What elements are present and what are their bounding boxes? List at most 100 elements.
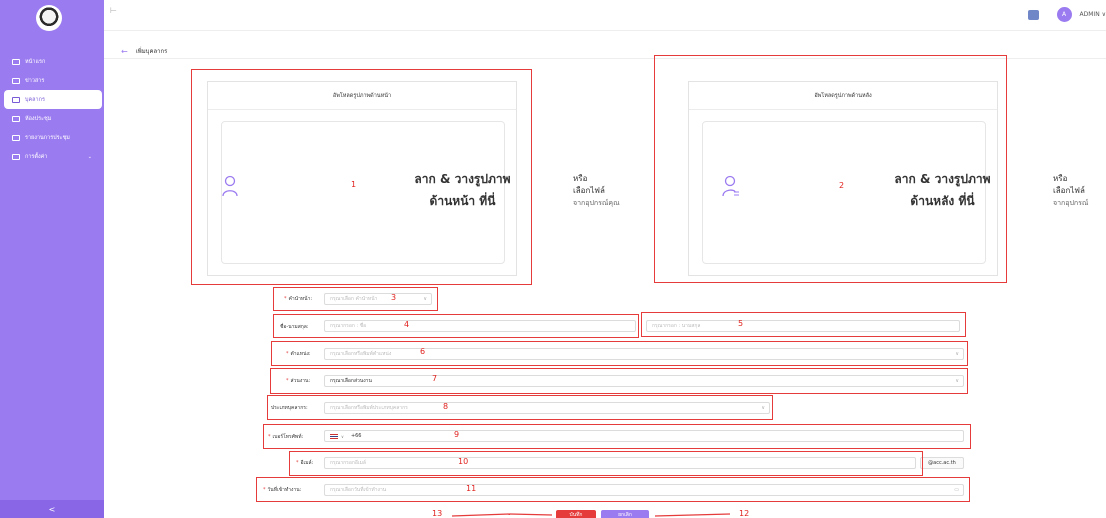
department-label-text: ส่วนงาน: xyxy=(290,378,311,384)
user-switch-icon xyxy=(722,175,739,197)
type-select[interactable]: กรุณาเลือกหรือพิมพ์ประเภทบุคลากร ∨ xyxy=(324,402,770,414)
sidebar-item-personnel[interactable]: บุคลากร xyxy=(4,90,102,109)
prefix-row: * คำนำหน้า: xyxy=(284,292,312,306)
annotation-number-2: 2 xyxy=(839,181,845,190)
sidebar-item-news[interactable]: ข่าวสาร xyxy=(4,71,102,90)
annotation-number-5: 5 xyxy=(738,319,744,328)
sidebar-item-rooms[interactable]: ห้องประชุม xyxy=(4,109,102,128)
language-flag-icon[interactable] xyxy=(1027,9,1039,20)
annotation-arrows xyxy=(451,513,731,517)
menu-fold-icon[interactable]: ⊢ xyxy=(110,6,120,15)
or-label: หรือ xyxy=(1053,174,1068,183)
from-device-label: จากอุปกรณ์ xyxy=(1053,199,1089,207)
annotation-number-4: 4 xyxy=(404,320,410,329)
user-menu-label[interactable]: ADMIN ∨ xyxy=(1080,11,1106,18)
firstname-placeholder: กรุณากรอก : ชื่อ xyxy=(330,323,367,329)
phone-row: * เบอร์โทรศัพท์: xyxy=(268,430,303,444)
annotation-number-8: 8 xyxy=(443,402,449,411)
sidebar-item-home[interactable]: หน้าแรก xyxy=(4,52,102,71)
drop-line-1: ลาก & วางรูปภาพ xyxy=(414,172,511,186)
drop-line-2: ด้านหลัง ที่นี่ xyxy=(910,194,975,208)
department-value: กรุณาเลือกส่วนงาน xyxy=(330,378,372,384)
drop-line-2: ด้านหน้า ที่นี่ xyxy=(429,194,496,208)
upload-back-or: หรือ เลือกไฟล์ จากอุปกรณ์ xyxy=(1053,173,1088,209)
startdate-picker[interactable]: กรุณาเลือกวันที่เข้าทำงาน ▭ xyxy=(324,484,964,496)
choose-file-link[interactable]: เลือกไฟล์ xyxy=(1053,185,1088,197)
title-divider xyxy=(104,58,1106,59)
prefix-select[interactable]: กรุณาเลือก คำนำหน้า ∨ xyxy=(324,293,432,305)
annotation-number-12: 12 xyxy=(739,509,750,518)
email-input[interactable]: กรุณากรอกอีเมล์ xyxy=(324,457,916,469)
or-label: หรือ xyxy=(573,174,588,183)
chevron-down-icon: ∨ xyxy=(341,433,344,439)
lastname-input[interactable]: กรุณากรอก : นามสกุล xyxy=(646,320,960,332)
report-icon xyxy=(12,134,20,141)
lastname-placeholder: กรุณากรอก : นามสกุล xyxy=(652,323,701,329)
sidebar-item-label: รายงานการประชุม xyxy=(25,134,70,141)
logo xyxy=(36,5,62,31)
back-arrow-icon[interactable]: ← xyxy=(121,47,128,56)
sidebar-collapse-button[interactable]: < xyxy=(0,500,104,518)
position-label: * ตำแหน่ง: xyxy=(286,351,311,357)
email-row: * อีเมล์: xyxy=(296,456,313,470)
department-row: * ส่วนงาน: xyxy=(286,374,310,388)
chevron-down-icon: ⌄ xyxy=(87,153,92,160)
email-label: * อีเมล์: xyxy=(296,460,314,466)
phone-input[interactable]: ∨ +66 xyxy=(324,430,964,442)
room-icon xyxy=(12,115,20,122)
sidebar-item-reports[interactable]: รายงานการประชุม xyxy=(4,128,102,147)
department-select[interactable]: กรุณาเลือกส่วนงาน ∨ xyxy=(324,375,964,387)
megaphone-icon xyxy=(12,77,20,84)
startdate-label-text: วันที่เข้าทำงาน: xyxy=(267,487,302,493)
upload-front-or: หรือ เลือกไฟล์ จากอุปกรณ์คุณ xyxy=(573,173,620,209)
sidebar-item-label: ข่าวสาร xyxy=(25,77,45,84)
choose-file-link[interactable]: เลือกไฟล์ xyxy=(573,185,620,197)
sidebar-item-label: ห้องประชุม xyxy=(25,115,52,122)
firstname-input[interactable]: กรุณากรอก : ชื่อ xyxy=(324,320,636,332)
annotation-number-9: 9 xyxy=(454,430,460,439)
email-suffix: @acc.ac.th xyxy=(920,457,964,469)
page-header: ← เพิ่มบุคลากร xyxy=(121,46,167,56)
email-label-text: อีเมล์: xyxy=(300,460,314,466)
upload-back-drop-text: ลาก & วางรูปภาพ ด้านหลัง ที่นี่ xyxy=(875,168,1010,212)
sidebar-item-settings[interactable]: การตั้งค่า ⌄ xyxy=(4,147,102,166)
startdate-row: * วันที่เข้าทำงาน: xyxy=(263,483,301,497)
avatar[interactable]: A xyxy=(1056,7,1072,22)
type-placeholder: กรุณาเลือกหรือพิมพ์ประเภทบุคลากร xyxy=(330,405,408,411)
dashboard-icon xyxy=(12,58,20,65)
chevron-down-icon: ∨ xyxy=(423,296,427,302)
position-placeholder: กรุณาเลือกหรือพิมพ์ตำแหน่ง xyxy=(330,351,392,357)
phone-code: +66 xyxy=(350,433,362,439)
upload-front-drop-text: ลาก & วางรูปภาพ ด้านหน้า ที่นี่ xyxy=(395,168,530,212)
gear-icon xyxy=(12,153,20,160)
upload-back-title: อัพโหลดรูปภาพด้านหลัง xyxy=(689,82,997,110)
annotation-number-7: 7 xyxy=(432,374,438,383)
startdate-label: * วันที่เข้าทำงาน: xyxy=(263,487,302,493)
annotation-number-3: 3 xyxy=(391,293,397,302)
thai-flag-icon xyxy=(330,433,338,439)
prefix-label-text: คำนำหน้า: xyxy=(288,296,313,302)
country-code-select[interactable]: ∨ +66 xyxy=(330,433,362,439)
chevron-down-icon: ∨ xyxy=(761,405,765,411)
prefix-placeholder: กรุณาเลือก คำนำหน้า xyxy=(330,296,378,302)
annotation-number-6: 6 xyxy=(420,347,426,356)
chevron-down-icon: ∨ xyxy=(955,378,959,384)
upload-front-title: อัพโหลดรูปภาพด้านหน้า xyxy=(208,82,516,110)
email-placeholder: กรุณากรอกอีเมล์ xyxy=(330,460,366,466)
phone-label-text: เบอร์โทรศัพท์: xyxy=(272,434,304,440)
position-row: * ตำแหน่ง: xyxy=(286,347,311,361)
people-icon xyxy=(12,96,20,103)
drop-line-1: ลาก & วางรูปภาพ xyxy=(894,172,991,186)
startdate-placeholder: กรุณาเลือกวันที่เข้าทำงาน xyxy=(330,487,387,493)
annotation-number-13: 13 xyxy=(432,509,443,518)
department-label: * ส่วนงาน: xyxy=(286,378,311,384)
name-row: ชื่อ-นามสกุล: xyxy=(280,320,309,334)
page-title: เพิ่มบุคลากร xyxy=(135,48,168,55)
sidebar-item-label: หน้าแรก xyxy=(25,58,46,65)
sidebar: หน้าแรก ข่าวสาร บุคลากร ห้องประชุม รายงา… xyxy=(0,0,104,518)
position-label-text: ตำแหน่ง: xyxy=(290,351,311,357)
user-icon xyxy=(222,175,238,197)
sidebar-item-label: บุคลากร xyxy=(25,96,45,103)
phone-label: * เบอร์โทรศัพท์: xyxy=(268,434,304,440)
prefix-label: * คำนำหน้า: xyxy=(284,296,313,302)
